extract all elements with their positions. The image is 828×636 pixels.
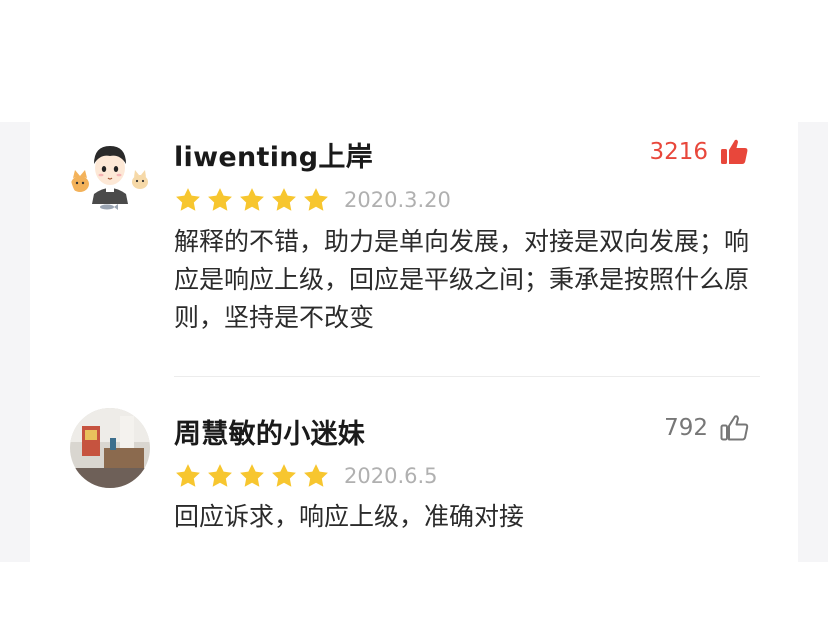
star-icon [304, 188, 328, 211]
like-button[interactable]: 3216 [649, 136, 750, 168]
star-icon [304, 464, 328, 487]
thumbs-up-outline-icon [720, 415, 749, 441]
star-icon [176, 464, 200, 487]
cartoon-boy-avatar-icon [70, 132, 150, 212]
review-date: 2020.6.5 [344, 464, 438, 488]
star-icon [272, 464, 296, 487]
like-count: 792 [664, 415, 708, 441]
review-item: 周慧敏的小迷妹 792 2020.6.5 回应诉求，响应上级，准确对接 [30, 378, 798, 562]
star-icon [272, 188, 296, 211]
username[interactable]: 周慧敏的小迷妹 [174, 412, 365, 451]
star-icon [240, 188, 264, 211]
avatar[interactable] [70, 408, 150, 488]
like-count: 3216 [649, 139, 708, 165]
rating-row: 2020.3.20 [174, 186, 451, 214]
review-item: liwenting上岸 3216 2020.3.20 解释的不错，助力是单向发展… [30, 122, 798, 377]
star-icon [240, 464, 264, 487]
thumbs-up-filled-icon [721, 139, 748, 164]
avatar[interactable] [70, 132, 150, 212]
review-date: 2020.3.20 [344, 188, 451, 212]
like-button[interactable]: 792 [664, 412, 750, 444]
rating-row: 2020.6.5 [174, 462, 438, 490]
left-background-strip [0, 122, 30, 562]
star-rating [174, 186, 330, 214]
star-rating [174, 462, 330, 490]
review-content: 回应诉求，响应上级，准确对接 [174, 502, 525, 531]
room-photo-avatar-icon [70, 408, 150, 488]
star-icon [208, 188, 232, 211]
review-content: 解释的不错，助力是单向发展，对接是双向发展；响应是响应上级，回应是平级之间；秉承… [174, 227, 750, 332]
star-icon [208, 464, 232, 487]
star-icon [176, 188, 200, 211]
right-background-strip [798, 122, 828, 562]
divider [174, 376, 760, 377]
username[interactable]: liwenting上岸 [174, 135, 373, 174]
review-list: liwenting上岸 3216 2020.3.20 解释的不错，助力是单向发展… [30, 122, 798, 562]
